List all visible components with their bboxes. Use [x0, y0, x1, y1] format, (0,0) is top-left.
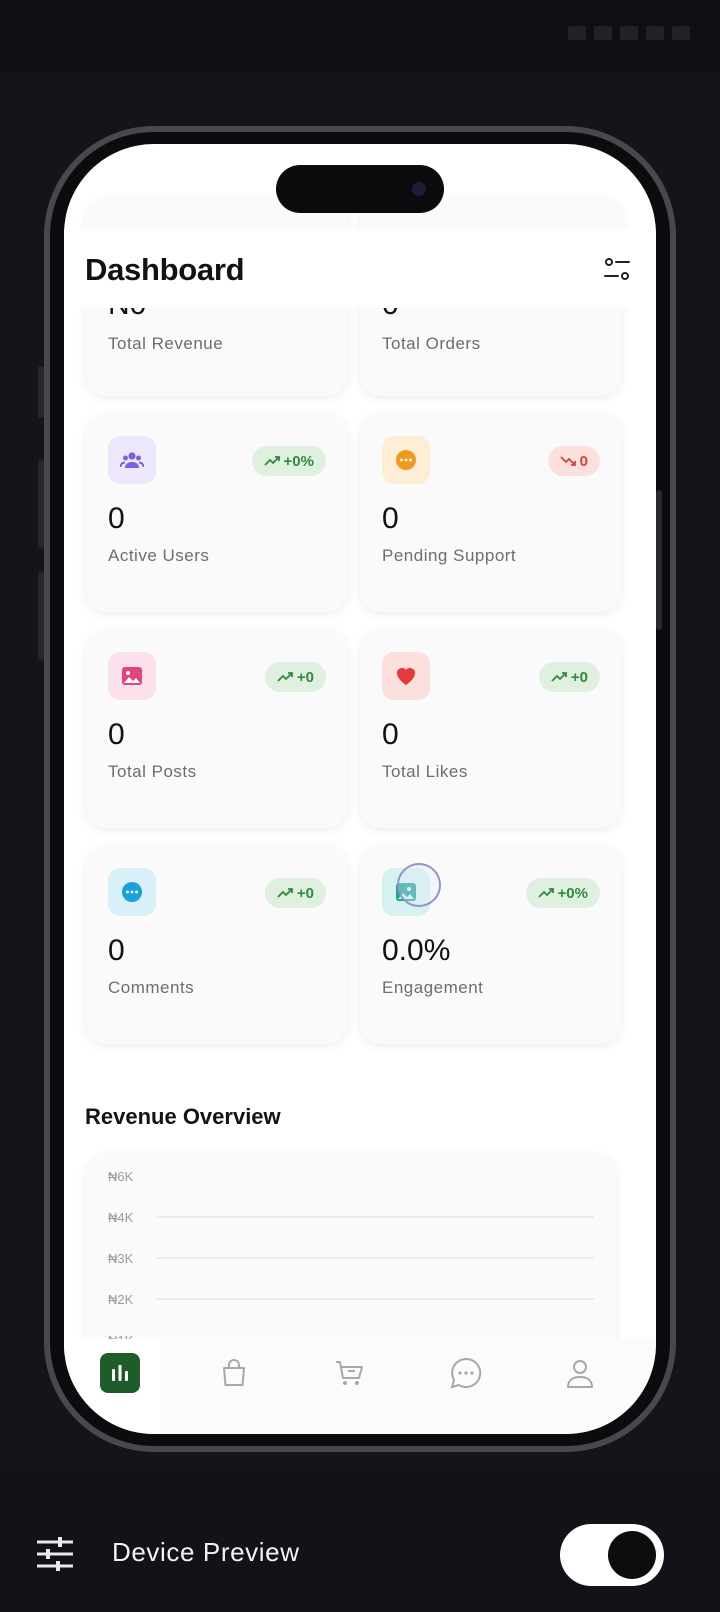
trend-up-icon [277, 672, 293, 682]
dynamic-island [276, 165, 444, 213]
y-tick-label: ₦4K [108, 1210, 134, 1225]
nav-item-messages[interactable] [446, 1353, 486, 1393]
shopping-bag-icon [223, 1359, 245, 1386]
toggle-knob [608, 1531, 656, 1579]
stat-label: Comments [108, 978, 195, 997]
stat-label: Total Revenue [108, 334, 224, 353]
nav-item-cart[interactable] [330, 1353, 370, 1393]
stats-grid: ₦0 Total Revenue 0 Total Orders +0% 0 Ac… [64, 144, 656, 1434]
stat-card-comments[interactable]: +0 0 Comments [86, 846, 348, 1044]
y-tick-label: ₦6K [108, 1169, 134, 1184]
chat-icon [382, 436, 430, 484]
stat-card-total-posts[interactable]: +0 0 Total Posts [86, 630, 348, 828]
device-power-button [656, 490, 662, 630]
status-icons [568, 26, 690, 40]
stat-card-active-users[interactable]: +0% 0 Active Users [86, 414, 348, 612]
nav-item-analytics[interactable] [100, 1353, 140, 1393]
stat-value: 0 [108, 718, 125, 751]
device-volume-down-button [38, 572, 44, 660]
messages-icon [450, 1357, 482, 1389]
trend-badge: +0 [264, 662, 326, 692]
stat-label: Total Posts [108, 762, 197, 781]
stat-value: 0 [382, 718, 399, 751]
stat-label: Active Users [108, 546, 210, 565]
heart-icon [382, 652, 430, 700]
trend-badge-text: +0% [557, 884, 588, 902]
stat-label: Engagement [382, 978, 484, 997]
page-title: Dashboard [85, 252, 245, 287]
comment-icon [108, 868, 156, 916]
trend-badge: +0% [251, 446, 326, 476]
filter-icon[interactable] [602, 254, 632, 284]
trend-badge: 0 [547, 446, 600, 476]
tune-icon[interactable] [36, 1536, 74, 1572]
trend-up-icon [263, 456, 280, 466]
trend-badge: +0 [538, 662, 600, 692]
bottom-navigation [64, 1339, 656, 1434]
trend-up-icon [277, 888, 293, 898]
alarm-icon [568, 26, 586, 40]
system-status-bar [0, 0, 720, 72]
cart-icon [336, 1361, 363, 1385]
revenue-overview-title: Revenue Overview [85, 1104, 281, 1129]
stat-label: Total Orders [382, 334, 481, 353]
trend-down-icon [560, 456, 576, 466]
device-volume-up-button [38, 460, 44, 548]
trend-up-icon [551, 672, 567, 682]
app-screen: ₦0 Total Revenue 0 Total Orders +0% 0 Ac… [64, 144, 656, 1434]
stat-card-total-likes[interactable]: +0 0 Total Likes [360, 630, 622, 828]
device-side-button-action [38, 366, 44, 418]
wifi-icon [594, 26, 612, 40]
stat-label: Pending Support [382, 546, 517, 565]
camera-icon [412, 182, 426, 196]
trend-up-icon [537, 888, 554, 898]
trend-badge-text: 0 [579, 452, 588, 470]
device-preview-label: Device Preview [112, 1537, 300, 1567]
stat-value: 0 [108, 502, 125, 535]
stat-card-pending-support[interactable]: 0 0 Pending Support [360, 414, 622, 612]
touch-indicator [397, 863, 441, 907]
trend-badge-text: +0 [296, 668, 314, 686]
image-icon [108, 652, 156, 700]
battery-icon [672, 26, 690, 40]
stat-value: 0 [108, 934, 125, 967]
device-preview-toggle[interactable] [560, 1524, 664, 1586]
nav-item-products[interactable] [214, 1353, 254, 1393]
trend-badge-text: +0 [296, 884, 314, 902]
y-tick-label: ₦2K [108, 1292, 134, 1307]
analytics-icon [100, 1353, 140, 1393]
profile-icon [566, 1360, 594, 1388]
signal-icon-2 [646, 26, 664, 40]
trend-badge: +0 [264, 878, 326, 908]
app-header: Dashboard [64, 228, 656, 308]
trend-badge-text: +0% [283, 452, 314, 470]
trend-badge-text: +0 [570, 668, 588, 686]
trend-badge: +0% [525, 878, 600, 908]
stat-value: 0.0% [382, 934, 451, 967]
y-tick-label: ₦3K [108, 1251, 134, 1266]
stat-value: 0 [382, 502, 399, 535]
users-icon [108, 436, 156, 484]
nav-item-profile[interactable] [560, 1353, 600, 1393]
signal-icon [620, 26, 638, 40]
stat-label: Total Likes [382, 762, 468, 781]
